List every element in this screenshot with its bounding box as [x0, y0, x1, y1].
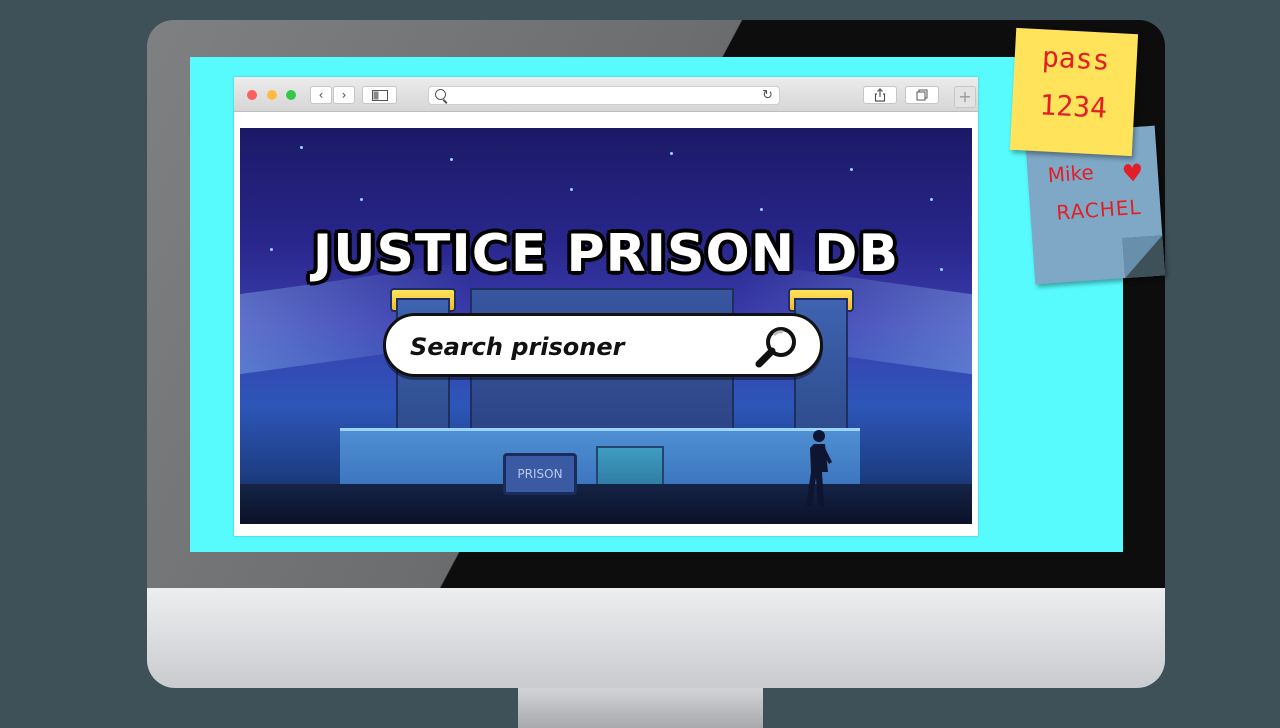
forward-button[interactable]: › [333, 86, 355, 104]
prison-sign: PRISON [503, 453, 577, 495]
browser-toolbar: ‹ › ↻ + [234, 77, 978, 112]
star [300, 146, 303, 149]
address-bar[interactable]: ↻ [428, 86, 780, 106]
back-button[interactable]: ‹ [310, 86, 332, 104]
address-input[interactable] [451, 87, 755, 106]
star [850, 168, 853, 171]
zoom-window-button[interactable] [286, 90, 296, 100]
note-line-1234: 1234 [1038, 88, 1108, 125]
note-name-mike: Mike [1046, 160, 1095, 188]
monitor-chin [147, 588, 1165, 688]
tabs-icon [916, 89, 928, 101]
star [450, 158, 453, 161]
tabs-button[interactable] [905, 86, 939, 104]
ground [240, 484, 972, 524]
browser-window: ‹ › ↻ + PRISON JUSTICE PRISON DB Search … [234, 77, 978, 536]
page-content: PRISON JUSTICE PRISON DB [240, 128, 972, 524]
prisoner-search-input[interactable] [408, 326, 732, 368]
note-line-pass: pass [1041, 40, 1111, 77]
heart-icon: ♥ [1120, 158, 1145, 189]
prisoner-search-bar[interactable] [383, 313, 823, 377]
sidebar-button[interactable] [362, 86, 397, 104]
new-tab-button[interactable]: + [954, 86, 976, 108]
sidebar-icon [371, 90, 388, 101]
password-sticky-note: pass 1234 [1009, 27, 1139, 157]
note-name-rachel: RACHEL [1055, 194, 1143, 225]
magnifier-icon[interactable] [752, 323, 800, 371]
reload-icon[interactable]: ↻ [762, 87, 773, 104]
share-icon [874, 88, 886, 102]
star [570, 188, 573, 191]
star [760, 208, 763, 211]
star [670, 152, 673, 155]
share-button[interactable] [863, 86, 897, 104]
monitor-stand [518, 688, 763, 728]
close-window-button[interactable] [247, 90, 257, 100]
search-icon [435, 89, 446, 100]
star [360, 198, 363, 201]
page-title: JUSTICE PRISON DB [312, 224, 900, 284]
minimize-window-button[interactable] [267, 90, 277, 100]
note-curl [1122, 235, 1166, 279]
escaping-prisoner [806, 430, 832, 506]
star [930, 198, 933, 201]
